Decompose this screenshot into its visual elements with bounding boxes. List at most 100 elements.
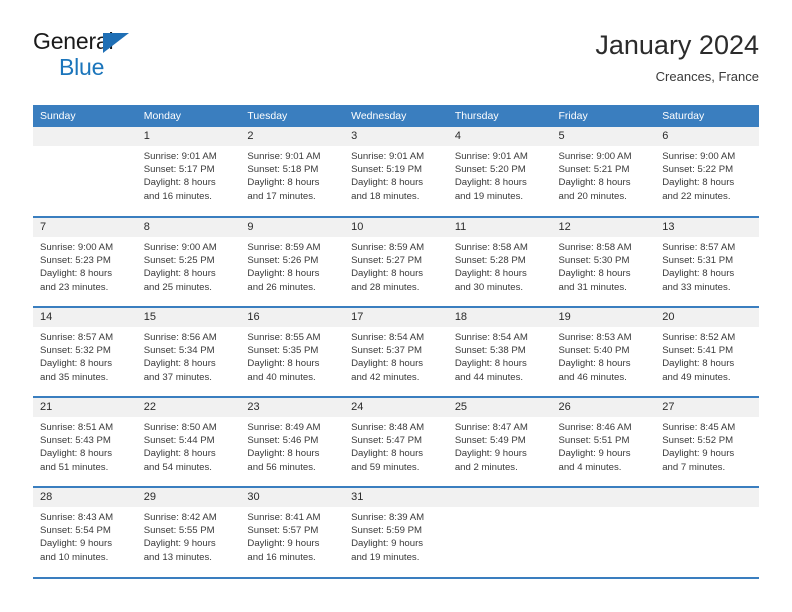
calendar-day-cell[interactable]: 14 Sunrise: 8:57 AM Sunset: 5:32 PM Dayligh… bbox=[33, 306, 137, 397]
calendar-day-cell[interactable]: 11 Sunrise: 8:58 AM Sunset: 5:28 PM Dayligh… bbox=[447, 216, 552, 307]
daylight-text-cont: and 26 minutes. bbox=[247, 281, 316, 293]
calendar-day-cell[interactable]: 28 Sunrise: 8:43 AM Sunset: 5:54 PM Dayligh… bbox=[33, 486, 137, 577]
sunrise-text: Sunrise: 8:52 AM bbox=[662, 332, 736, 343]
calendar-day-cell[interactable]: 21 Sunrise: 8:51 AM Sunset: 5:43 PM Dayligh… bbox=[33, 396, 137, 487]
day-number: 1 bbox=[136, 127, 241, 146]
day-number: 13 bbox=[655, 218, 759, 237]
day-number: 8 bbox=[136, 218, 241, 237]
day-number: 16 bbox=[240, 308, 345, 327]
day-number: 11 bbox=[447, 218, 552, 237]
day-details: Sunrise: 8:39 AM Sunset: 5:59 PM Daylight:… bbox=[344, 507, 448, 564]
calendar-header-row: Sunday Monday Tuesday Wednesday Thursday… bbox=[33, 105, 759, 127]
day-details: Sunrise: 8:50 AM Sunset: 5:44 PM Daylight:… bbox=[137, 417, 241, 474]
daylight-text-cont: and 22 minutes. bbox=[662, 190, 731, 202]
calendar-day-cell[interactable]: 27 Sunrise: 8:45 AM Sunset: 5:52 PM Dayligh… bbox=[655, 396, 759, 487]
sunset-text: Sunset: 5:34 PM bbox=[143, 345, 215, 357]
day-details: Sunrise: 9:01 AM Sunset: 5:19 PM Daylight:… bbox=[344, 146, 448, 203]
calendar-day-cell[interactable]: 25 Sunrise: 8:47 AM Sunset: 5:49 PM Dayligh… bbox=[447, 396, 552, 487]
day-details: Sunrise: 8:56 AM Sunset: 5:34 PM Daylight:… bbox=[137, 327, 241, 384]
calendar-day-cell[interactable]: 16 Sunrise: 8:55 AM Sunset: 5:35 PM Dayligh… bbox=[240, 306, 345, 397]
calendar-week-row: 14 Sunrise: 8:57 AM Sunset: 5:32 PM Dayligh… bbox=[33, 306, 759, 397]
daylight-text-cont: and 19 minutes. bbox=[351, 551, 420, 563]
daylight-text: Daylight: 8 hours bbox=[247, 268, 320, 280]
calendar-day-cell-empty bbox=[447, 486, 552, 577]
generalblue-logo[interactable]: General Blue bbox=[33, 28, 253, 88]
sunrise-text: Sunrise: 8:57 AM bbox=[662, 242, 736, 253]
page-subtitle: Creances, France bbox=[655, 69, 759, 84]
calendar-day-cell[interactable]: 23 Sunrise: 8:49 AM Sunset: 5:46 PM Dayligh… bbox=[240, 396, 345, 487]
calendar-day-cell[interactable]: 5 Sunrise: 9:00 AM Sunset: 5:21 PM Daylight… bbox=[551, 127, 656, 217]
calendar-day-cell[interactable]: 30 Sunrise: 8:41 AM Sunset: 5:57 PM Dayligh… bbox=[240, 486, 345, 577]
day-number bbox=[33, 127, 137, 146]
sunrise-text: Sunrise: 9:00 AM bbox=[662, 151, 736, 162]
daylight-text-cont: and 16 minutes. bbox=[247, 551, 316, 563]
sunset-text: Sunset: 5:54 PM bbox=[40, 525, 111, 537]
calendar-day-cell[interactable]: 22 Sunrise: 8:50 AM Sunset: 5:44 PM Dayligh… bbox=[136, 396, 241, 487]
sunrise-text: Sunrise: 8:55 AM bbox=[247, 332, 321, 343]
daylight-text: Daylight: 8 hours bbox=[247, 177, 320, 189]
daylight-text-cont: and 2 minutes. bbox=[454, 461, 518, 473]
calendar-day-cell[interactable]: 3 Sunrise: 9:01 AM Sunset: 5:19 PM Daylight… bbox=[344, 127, 448, 217]
weekday-header-monday: Monday bbox=[136, 105, 241, 127]
day-number: 6 bbox=[655, 127, 759, 146]
sunrise-text: Sunrise: 8:59 AM bbox=[351, 242, 425, 253]
day-number: 4 bbox=[447, 127, 552, 146]
calendar-day-cell[interactable]: 1 Sunrise: 9:01 AM Sunset: 5:17 PM Daylight… bbox=[136, 127, 241, 217]
daylight-text-cont: and 37 minutes. bbox=[143, 371, 212, 383]
day-details: Sunrise: 9:01 AM Sunset: 5:18 PM Daylight:… bbox=[240, 146, 344, 203]
daylight-text: Daylight: 8 hours bbox=[558, 358, 631, 370]
day-number: 14 bbox=[33, 308, 137, 327]
sunset-text: Sunset: 5:30 PM bbox=[558, 255, 630, 267]
day-details: Sunrise: 8:43 AM Sunset: 5:54 PM Daylight:… bbox=[33, 507, 137, 564]
calendar-day-cell[interactable]: 15 Sunrise: 8:56 AM Sunset: 5:34 PM Dayligh… bbox=[136, 306, 241, 397]
calendar-day-cell[interactable]: 13 Sunrise: 8:57 AM Sunset: 5:31 PM Dayligh… bbox=[655, 216, 759, 307]
sunset-text: Sunset: 5:40 PM bbox=[558, 345, 630, 357]
day-number: 29 bbox=[136, 488, 241, 507]
calendar-day-cell[interactable]: 12 Sunrise: 8:58 AM Sunset: 5:30 PM Dayligh… bbox=[551, 216, 656, 307]
day-details bbox=[448, 507, 552, 511]
daylight-text-cont: and 28 minutes. bbox=[351, 281, 420, 293]
sunrise-text: Sunrise: 8:42 AM bbox=[143, 512, 217, 523]
calendar-day-cell[interactable]: 31 Sunrise: 8:39 AM Sunset: 5:59 PM Dayligh… bbox=[344, 486, 448, 577]
daylight-text: Daylight: 8 hours bbox=[662, 358, 735, 370]
calendar-day-cell[interactable]: 9 Sunrise: 8:59 AM Sunset: 5:26 PM Daylight… bbox=[240, 216, 345, 307]
sunset-text: Sunset: 5:47 PM bbox=[351, 435, 423, 447]
calendar-day-cell[interactable]: 24 Sunrise: 8:48 AM Sunset: 5:47 PM Dayligh… bbox=[344, 396, 448, 487]
calendar-day-cell[interactable]: 6 Sunrise: 9:00 AM Sunset: 5:22 PM Daylight… bbox=[655, 127, 759, 217]
calendar-day-cell[interactable]: 8 Sunrise: 9:00 AM Sunset: 5:25 PM Daylight… bbox=[136, 216, 241, 307]
day-details: Sunrise: 9:01 AM Sunset: 5:17 PM Daylight:… bbox=[137, 146, 241, 203]
daylight-text-cont: and 13 minutes. bbox=[143, 551, 212, 563]
calendar-day-cell[interactable]: 20 Sunrise: 8:52 AM Sunset: 5:41 PM Dayligh… bbox=[655, 306, 759, 397]
sunrise-text: Sunrise: 9:00 AM bbox=[143, 242, 217, 253]
weekday-header-sunday: Sunday bbox=[33, 105, 137, 127]
day-details: Sunrise: 8:45 AM Sunset: 5:52 PM Daylight:… bbox=[655, 417, 759, 474]
daylight-text-cont: and 31 minutes. bbox=[558, 281, 627, 293]
daylight-text: Daylight: 8 hours bbox=[40, 448, 112, 460]
sunrise-text: Sunrise: 9:01 AM bbox=[247, 151, 321, 162]
weekday-header-saturday: Saturday bbox=[655, 105, 759, 127]
logo-text-general: General bbox=[33, 28, 114, 54]
day-details: Sunrise: 8:49 AM Sunset: 5:46 PM Daylight:… bbox=[240, 417, 344, 474]
day-number: 19 bbox=[551, 308, 656, 327]
sunset-text: Sunset: 5:26 PM bbox=[247, 255, 319, 267]
daylight-text-cont: and 10 minutes. bbox=[40, 551, 109, 563]
sunset-text: Sunset: 5:21 PM bbox=[558, 164, 630, 176]
sunset-text: Sunset: 5:19 PM bbox=[351, 164, 423, 176]
day-details: Sunrise: 8:53 AM Sunset: 5:40 PM Daylight:… bbox=[552, 327, 656, 384]
daylight-text-cont: and 20 minutes. bbox=[558, 190, 627, 202]
calendar-day-cell[interactable]: 26 Sunrise: 8:46 AM Sunset: 5:51 PM Dayligh… bbox=[551, 396, 656, 487]
daylight-text-cont: and 16 minutes. bbox=[143, 190, 212, 202]
day-details: Sunrise: 8:58 AM Sunset: 5:30 PM Daylight:… bbox=[552, 237, 656, 294]
calendar-day-cell[interactable]: 29 Sunrise: 8:42 AM Sunset: 5:55 PM Dayligh… bbox=[136, 486, 241, 577]
calendar-day-cell[interactable]: 2 Sunrise: 9:01 AM Sunset: 5:18 PM Daylight… bbox=[240, 127, 345, 217]
day-details: Sunrise: 9:00 AM Sunset: 5:25 PM Daylight:… bbox=[137, 237, 241, 294]
daylight-text-cont: and 46 minutes. bbox=[558, 371, 627, 383]
calendar-day-cell[interactable]: 19 Sunrise: 8:53 AM Sunset: 5:40 PM Dayligh… bbox=[551, 306, 656, 397]
calendar-day-cell[interactable]: 4 Sunrise: 9:01 AM Sunset: 5:20 PM Daylight… bbox=[447, 127, 552, 217]
calendar-day-cell[interactable]: 17 Sunrise: 8:54 AM Sunset: 5:37 PM Dayligh… bbox=[344, 306, 448, 397]
calendar-day-cell[interactable]: 10 Sunrise: 8:59 AM Sunset: 5:27 PM Dayligh… bbox=[344, 216, 448, 307]
calendar-day-cell[interactable]: 7 Sunrise: 9:00 AM Sunset: 5:23 PM Daylight… bbox=[33, 216, 137, 307]
calendar-day-cell[interactable]: 18 Sunrise: 8:54 AM Sunset: 5:38 PM Dayligh… bbox=[447, 306, 552, 397]
day-number: 31 bbox=[344, 488, 448, 507]
day-details: Sunrise: 8:59 AM Sunset: 5:26 PM Daylight:… bbox=[240, 237, 344, 294]
